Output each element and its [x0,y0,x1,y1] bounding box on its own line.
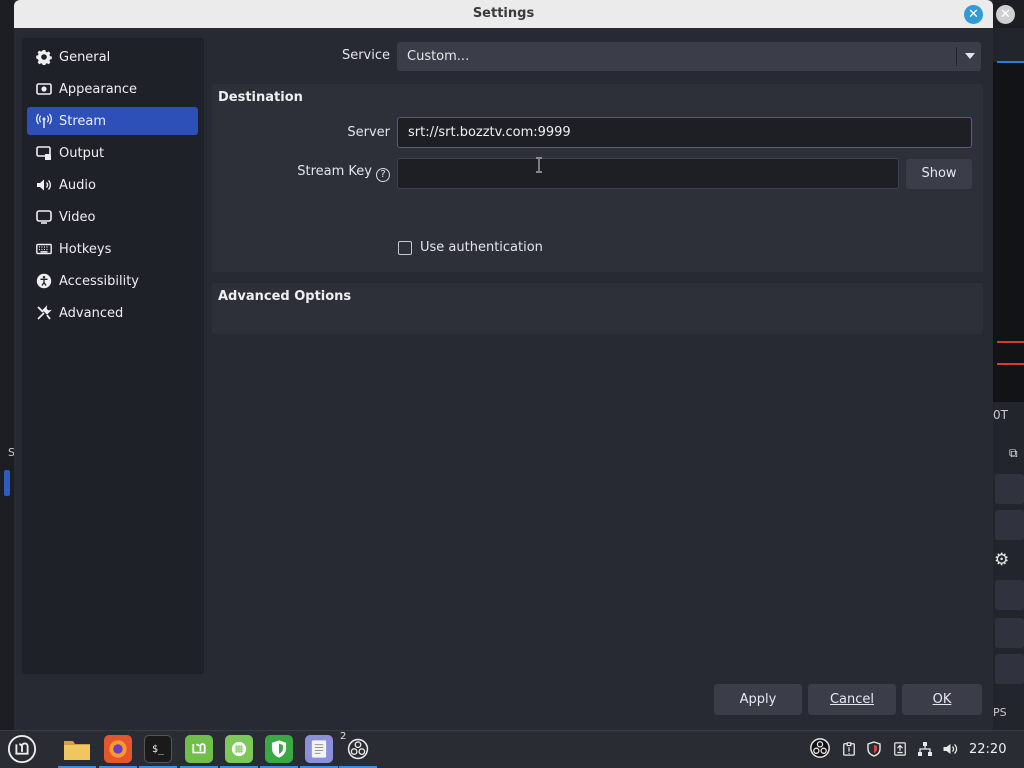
destination-title: Destination [218,90,303,105]
accessibility-icon [35,273,53,289]
background-panel-button[interactable] [995,474,1024,504]
spreadsheet-icon[interactable] [225,735,253,763]
sidebar-item-stream[interactable]: Stream [27,107,198,135]
monitor-icon [35,209,53,225]
advanced-options-group[interactable]: Advanced Options [212,283,983,334]
settings-dialog: Settings ✕ General Appearance Stream Out… [14,0,993,730]
background-blue-marker [4,470,10,496]
destination-group: Destination Server Stream Key? Show Use … [212,84,983,272]
background-cut-text: PS [993,706,1007,719]
sidebar-item-label: Video [59,209,96,225]
select-separator [956,47,957,66]
keyboard-icon [35,241,53,257]
sidebar-item-label: Appearance [59,81,138,97]
speaker-icon [35,177,53,193]
dock-float-icon[interactable]: ⧉ [1009,446,1018,461]
background-blue-line [997,61,1024,63]
apply-button[interactable]: Apply [714,684,802,715]
text-cursor-icon [536,157,542,173]
settings-sidebar: General Appearance Stream Output Audio V… [22,38,204,674]
cancel-button[interactable]: Cancel [808,684,896,715]
sidebar-item-accessibility[interactable]: Accessibility [27,267,198,295]
server-label: Server [347,125,390,140]
sidebar-item-label: Stream [59,113,107,129]
mint-update-icon[interactable] [185,735,213,763]
sidebar-item-general[interactable]: General [27,43,198,71]
terminal-icon[interactable]: $_ [144,735,172,763]
files-icon[interactable] [63,735,91,763]
sidebar-item-video[interactable]: Video [27,203,198,231]
obs-icon[interactable] [344,735,372,763]
background-panel-button[interactable] [995,618,1024,648]
service-value: Custom... [407,49,470,64]
title-bar: Settings ✕ [14,0,993,28]
sidebar-item-label: General [59,49,111,65]
ok-button[interactable]: OK [902,684,982,715]
service-label: Service [341,48,390,63]
obs-tray-icon[interactable] [809,737,831,763]
service-select[interactable]: Custom... [397,42,981,71]
sidebar-item-advanced[interactable]: Advanced [27,299,198,327]
advanced-options-title: Advanced Options [218,289,352,304]
output-icon [35,145,53,161]
sidebar-item-label: Accessibility [59,273,139,289]
mint-menu-icon[interactable] [6,733,38,765]
sidebar-item-label: Hotkeys [59,241,112,257]
antenna-icon [35,113,53,129]
stream-key-input[interactable] [397,158,899,189]
sidebar-item-output[interactable]: Output [27,139,198,167]
background-panel-button[interactable] [995,510,1024,540]
background-red-line [997,363,1024,365]
firefox-icon[interactable] [104,735,132,763]
close-icon[interactable]: ✕ [996,5,1015,24]
text-editor-icon[interactable] [305,735,333,763]
background-panel-button[interactable] [995,654,1024,684]
window-title: Settings [472,6,535,21]
sidebar-item-hotkeys[interactable]: Hotkeys [27,235,198,263]
chevron-down-icon[interactable] [965,53,975,59]
gear-icon [35,49,53,65]
taskbar: $_ 2 22:20 [0,730,1024,768]
clock[interactable]: 22:20 [969,742,1006,757]
clipboard-icon[interactable] [842,741,856,761]
stream-key-label: Stream Key [297,164,372,179]
network-icon[interactable] [917,741,933,761]
use-authentication-label: Use authentication [420,240,543,255]
shield-tray-icon[interactable] [866,741,882,761]
background-preview [993,62,1024,402]
wrench-icon [35,305,53,321]
sidebar-item-label: Advanced [59,305,124,321]
sidebar-item-label: Audio [59,177,96,193]
use-authentication-checkbox[interactable] [398,240,412,255]
appearance-icon [35,81,53,97]
background-cut-text: 0T [993,408,1008,422]
background-right-edge: 0T ⧉ ⚙ PS [993,28,1024,730]
sidebar-item-label: Output [59,145,105,161]
background-panel-button[interactable] [995,580,1024,610]
background-red-line [997,341,1024,343]
update-icon[interactable] [893,741,907,761]
server-input[interactable] [397,117,972,148]
shield-icon[interactable] [265,735,293,763]
close-button[interactable]: ✕ [964,5,983,24]
background-left-edge: S [0,28,15,730]
show-key-button[interactable]: Show [906,159,972,189]
help-icon[interactable]: ? [376,168,390,182]
sidebar-item-audio[interactable]: Audio [27,171,198,199]
stream-key-label-row: Stream Key? [212,164,390,182]
sidebar-item-appearance[interactable]: Appearance [27,75,198,103]
volume-icon[interactable] [942,741,959,761]
use-authentication-row[interactable]: Use authentication [398,240,543,255]
gear-icon[interactable]: ⚙ [994,550,1009,570]
